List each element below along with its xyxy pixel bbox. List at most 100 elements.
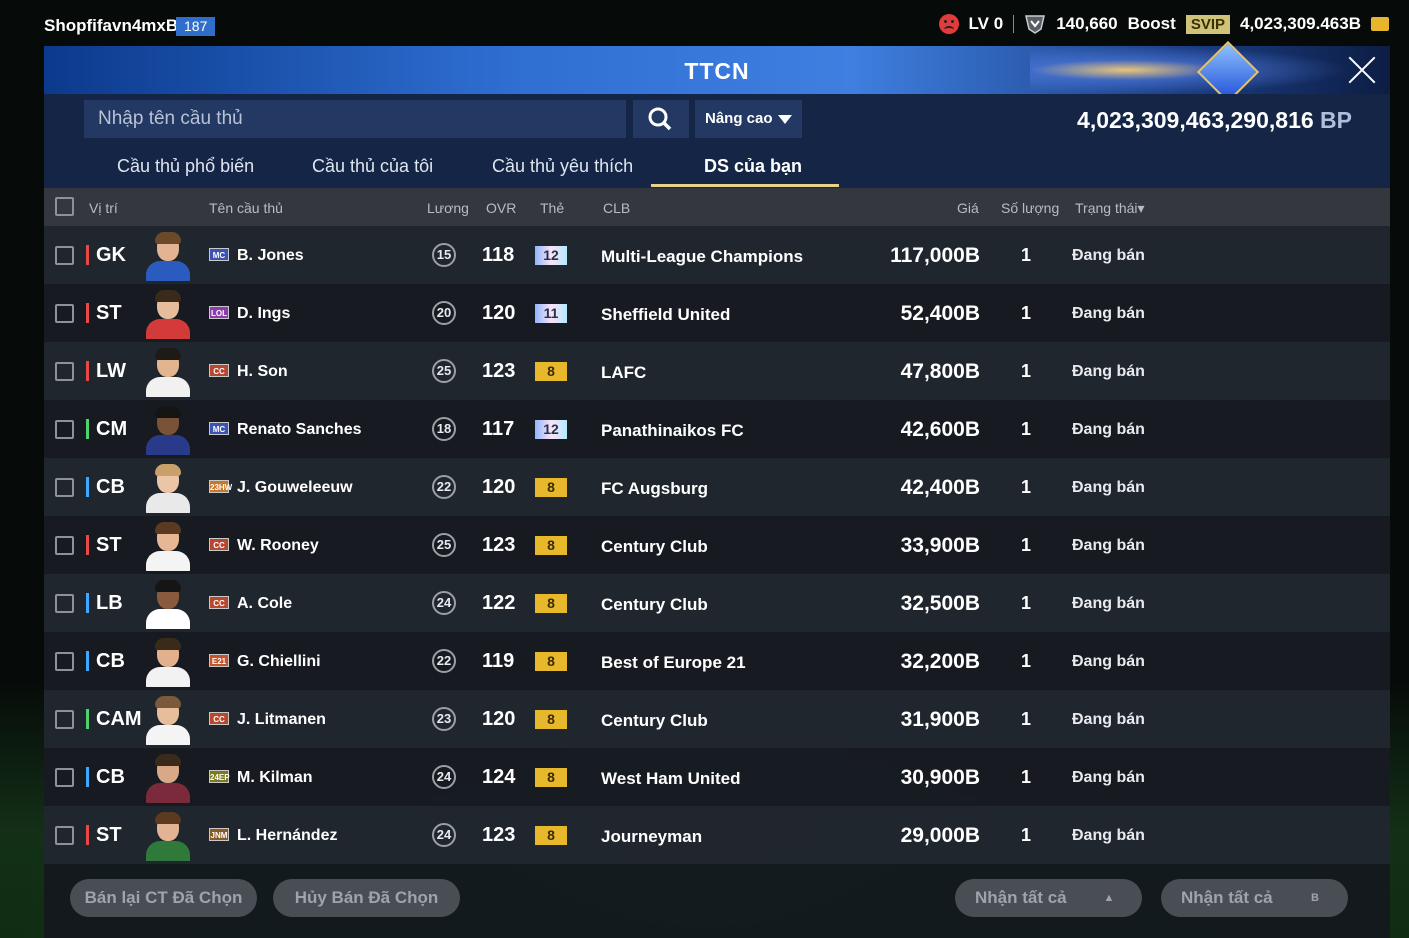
table-row[interactable]: CB 24EP M. Kilman 24 124 8 West Ham United 30,9…: [44, 748, 1390, 806]
claim-all-bp-label: Nhận tất cả: [1181, 888, 1273, 907]
col-price[interactable]: Giá: [957, 200, 979, 216]
col-ovr[interactable]: OVR: [486, 200, 516, 216]
row-checkbox[interactable]: [55, 768, 74, 787]
tab-your-list[interactable]: DS của bạn: [704, 156, 802, 177]
listing-status: Đang bán: [1072, 421, 1145, 438]
upgrade-level-badge: 12: [535, 246, 567, 265]
trophy-count: 140,660: [1056, 14, 1118, 33]
table-row[interactable]: LW CC H. Son 25 123 8 LAFC 47,800B 1 Đang bán: [44, 342, 1390, 400]
player-name: J. Gouweleeuw: [237, 479, 353, 496]
upgrade-level-badge: 8: [535, 710, 567, 729]
svip-badge[interactable]: SVIP: [1185, 14, 1230, 34]
tab-bar: Cầu thủ phổ biến Cầu thủ của tôi Cầu thủ…: [44, 140, 1390, 188]
player-avatar: [144, 405, 192, 455]
boost-label[interactable]: Boost: [1128, 14, 1176, 34]
player-position: CM: [86, 419, 127, 439]
player-ovr: 122: [482, 592, 516, 614]
row-checkbox[interactable]: [55, 420, 74, 439]
player-name: H. Son: [237, 363, 288, 380]
tab-my-players[interactable]: Cầu thủ của tôi: [312, 156, 433, 177]
claim-all-players-label: Nhận tất cả: [975, 888, 1067, 907]
player-name: A. Cole: [237, 595, 293, 612]
player-avatar: [144, 521, 192, 571]
season-card-icon: JNM: [209, 828, 229, 841]
select-all-checkbox[interactable]: [55, 197, 74, 216]
table-row[interactable]: CAM CC J. Litmanen 23 120 8 Century Club 31,900…: [44, 690, 1390, 748]
player-name: J. Litmanen: [237, 711, 326, 728]
row-checkbox[interactable]: [55, 710, 74, 729]
season-card-icon: CC: [209, 538, 229, 551]
row-checkbox[interactable]: [55, 826, 74, 845]
listing-status: Đang bán: [1072, 247, 1145, 264]
table-row[interactable]: GK MC B. Jones 15 118 12 Multi-League Champion…: [44, 226, 1390, 284]
table-row[interactable]: CB 23HW J. Gouweleeuw 22 120 8 FC Augsburg 42,4…: [44, 458, 1390, 516]
upgrade-level-badge: 12: [535, 420, 567, 439]
upgrade-level-badge: 8: [535, 652, 567, 671]
close-icon[interactable]: [1346, 54, 1378, 86]
row-checkbox[interactable]: [55, 478, 74, 497]
upgrade-level-badge: 8: [535, 478, 567, 497]
player-price: 33,900B: [900, 534, 980, 557]
advanced-filter-dropdown[interactable]: Nâng cao: [695, 100, 802, 138]
cancel-selected-button[interactable]: Hủy Bán Đã Chọn: [273, 879, 460, 917]
search-icon: [648, 107, 672, 131]
season-card-icon: LOL: [209, 306, 229, 319]
player-position: ST: [86, 825, 122, 845]
col-wage[interactable]: Lương: [427, 200, 469, 216]
search-row: Nâng cao 4,023,309,463,290,816 BP: [44, 94, 1390, 140]
player-quantity: 1: [1021, 419, 1032, 439]
table-row[interactable]: CM MC Renato Sanches 18 117 12 Panathinaikos F…: [44, 400, 1390, 458]
table-row[interactable]: ST LOL D. Ings 20 120 11 Sheffield United 52,40…: [44, 284, 1390, 342]
row-checkbox[interactable]: [55, 536, 74, 555]
player-position: CB: [86, 477, 125, 497]
player-quantity: 1: [1021, 767, 1032, 787]
col-club[interactable]: CLB: [603, 200, 630, 216]
upgrade-level-badge: 8: [535, 594, 567, 613]
row-checkbox[interactable]: [55, 304, 74, 323]
player-position: CB: [86, 651, 125, 671]
top-bar: Shopfifavn4mxBs 187 LV 0 140,660 Boost S…: [0, 0, 1409, 46]
player-quantity: 1: [1021, 709, 1032, 729]
listing-status: Đang bán: [1072, 595, 1145, 612]
player-price: 117,000B: [890, 244, 980, 267]
season-card-icon: MC: [209, 422, 229, 435]
search-input[interactable]: [84, 100, 626, 138]
player-wage: 20: [432, 301, 456, 325]
row-checkbox[interactable]: [55, 594, 74, 613]
panel-header: TTCN: [44, 40, 1390, 104]
row-checkbox[interactable]: [55, 362, 74, 381]
player-position: LW: [86, 361, 126, 381]
claim-all-bp-button[interactable]: Nhận tất cả B: [1161, 879, 1348, 917]
upgrade-level-badge: 8: [535, 536, 567, 555]
table-row[interactable]: LB CC A. Cole 24 122 8 Century Club 32,500B 1 Đan…: [44, 574, 1390, 632]
upgrade-level-badge: 8: [535, 768, 567, 787]
upgrade-level-badge: 8: [535, 362, 567, 381]
row-checkbox[interactable]: [55, 652, 74, 671]
col-status[interactable]: Trạng thái▾: [1075, 200, 1145, 217]
player-position: GK: [86, 245, 126, 265]
col-name[interactable]: Tên cầu thủ: [209, 200, 283, 216]
player-position: ST: [86, 303, 122, 323]
player-name: L. Hernández: [237, 827, 338, 844]
table-row[interactable]: CB E21 G. Chiellini 22 119 8 Best of Europe 21…: [44, 632, 1390, 690]
caret-down-icon: [778, 115, 792, 124]
player-quantity: 1: [1021, 303, 1032, 323]
col-quantity[interactable]: Số lượng: [1001, 200, 1059, 216]
tab-favorite-players[interactable]: Cầu thủ yêu thích: [492, 156, 633, 177]
listing-status: Đang bán: [1072, 479, 1145, 496]
search-button[interactable]: [633, 100, 689, 138]
player-avatar: [144, 695, 192, 745]
claim-all-players-button[interactable]: Nhận tất cả ▲: [955, 879, 1142, 917]
table-row[interactable]: ST CC W. Rooney 25 123 8 Century Club 33,900B 1 Đ…: [44, 516, 1390, 574]
player-club: FC Augsburg: [601, 479, 709, 498]
resell-selected-button[interactable]: Bán lại CT Đã Chọn: [70, 879, 257, 917]
player-ovr: 123: [482, 360, 516, 382]
tab-popular-players[interactable]: Cầu thủ phổ biến: [117, 156, 254, 177]
row-checkbox[interactable]: [55, 246, 74, 265]
username: Shopfifavn4mxBs: [44, 16, 188, 35]
table-row[interactable]: ST JNM L. Hernández 24 123 8 Journeyman 29,000B…: [44, 806, 1390, 864]
listing-status: Đang bán: [1072, 363, 1145, 380]
col-position[interactable]: Vị trí: [89, 200, 118, 216]
player-avatar: [144, 811, 192, 861]
col-card[interactable]: Thẻ: [540, 200, 564, 216]
